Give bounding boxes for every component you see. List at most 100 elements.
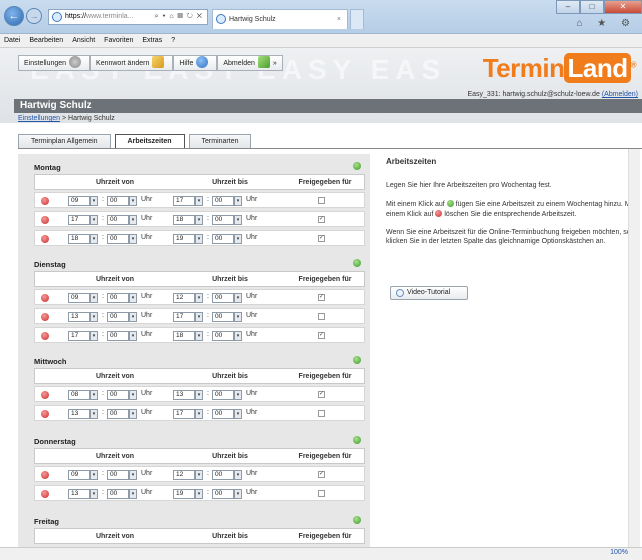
browser-tab[interactable]: Hartwig Schulz × bbox=[212, 9, 348, 29]
von-minute-select[interactable]: 00 bbox=[107, 390, 129, 400]
chevron-down-icon[interactable]: ▾ bbox=[90, 293, 98, 303]
chevron-down-icon[interactable]: ▾ bbox=[129, 331, 137, 341]
bis-minute-select[interactable]: 00 bbox=[212, 215, 234, 225]
chevron-down-icon[interactable]: ▾ bbox=[195, 409, 203, 419]
chevron-down-icon[interactable]: ▾ bbox=[129, 489, 137, 499]
online-booking-checkbox[interactable]: ✓ bbox=[318, 235, 325, 242]
page-scrollbar[interactable] bbox=[628, 149, 640, 547]
chevron-down-icon[interactable]: ▾ bbox=[129, 293, 137, 303]
online-booking-checkbox[interactable]: ✓ bbox=[318, 391, 325, 398]
delete-time-icon[interactable] bbox=[41, 216, 49, 224]
delete-time-icon[interactable] bbox=[41, 471, 49, 479]
von-minute-select[interactable]: 00 bbox=[107, 470, 129, 480]
bis-hour-select[interactable]: 17 bbox=[173, 409, 195, 419]
von-minute-select[interactable]: 00 bbox=[107, 234, 129, 244]
close-window-button[interactable]: ✕ bbox=[604, 0, 642, 14]
bis-minute-select[interactable]: 00 bbox=[212, 312, 234, 322]
bis-hour-select[interactable]: 12 bbox=[173, 470, 195, 480]
chevron-down-icon[interactable]: ▾ bbox=[90, 390, 98, 400]
breadcrumb-settings-link[interactable]: Einstellungen bbox=[18, 115, 60, 122]
change-password-button[interactable]: Kennwort ändern bbox=[90, 55, 174, 71]
von-hour-select[interactable]: 17 bbox=[68, 215, 90, 225]
menu-help[interactable]: ? bbox=[171, 34, 175, 47]
von-hour-select[interactable]: 13 bbox=[68, 489, 90, 499]
chevron-down-icon[interactable]: ▾ bbox=[195, 196, 203, 206]
bis-minute-select[interactable]: 00 bbox=[212, 196, 234, 206]
bis-minute-select[interactable]: 00 bbox=[212, 409, 234, 419]
bis-minute-select[interactable]: 00 bbox=[212, 470, 234, 480]
chevron-down-icon[interactable]: ▾ bbox=[195, 331, 203, 341]
bis-hour-select[interactable]: 19 bbox=[173, 234, 195, 244]
online-booking-checkbox[interactable] bbox=[318, 490, 325, 497]
chevron-down-icon[interactable]: ▾ bbox=[234, 234, 242, 244]
video-tutorial-button[interactable]: Video-Tutorial bbox=[390, 286, 468, 300]
online-booking-checkbox[interactable]: ✓ bbox=[318, 216, 325, 223]
online-booking-checkbox[interactable]: ✓ bbox=[318, 332, 325, 339]
von-hour-select[interactable]: 09 bbox=[68, 196, 90, 206]
back-button[interactable]: ← bbox=[4, 6, 24, 26]
new-tab-button[interactable] bbox=[350, 9, 364, 29]
bis-minute-select[interactable]: 00 bbox=[212, 234, 234, 244]
tab-close-icon[interactable]: × bbox=[337, 10, 341, 29]
bis-hour-select[interactable]: 17 bbox=[173, 196, 195, 206]
chevron-down-icon[interactable]: ▾ bbox=[90, 470, 98, 480]
von-hour-select[interactable]: 13 bbox=[68, 312, 90, 322]
chevron-down-icon[interactable]: ▾ bbox=[234, 409, 242, 419]
bis-hour-select[interactable]: 17 bbox=[173, 312, 195, 322]
add-time-icon[interactable] bbox=[353, 356, 361, 364]
online-booking-checkbox[interactable] bbox=[318, 410, 325, 417]
von-minute-select[interactable]: 00 bbox=[107, 331, 129, 341]
browser-right-icons[interactable]: ⌂ ★ ⚙ bbox=[576, 18, 636, 29]
bis-hour-select[interactable]: 13 bbox=[173, 390, 195, 400]
menu-ansicht[interactable]: Ansicht bbox=[72, 34, 95, 47]
settings-button[interactable]: Einstellungen bbox=[18, 55, 91, 71]
online-booking-checkbox[interactable] bbox=[318, 313, 325, 320]
add-time-icon[interactable] bbox=[353, 259, 361, 267]
chevron-down-icon[interactable]: ▾ bbox=[129, 470, 137, 480]
chevron-down-icon[interactable]: ▾ bbox=[129, 409, 137, 419]
delete-time-icon[interactable] bbox=[41, 313, 49, 321]
delete-time-icon[interactable] bbox=[41, 235, 49, 243]
chevron-down-icon[interactable]: ▾ bbox=[234, 331, 242, 341]
logout-button[interactable]: Abmelden » bbox=[217, 55, 283, 71]
menu-extras[interactable]: Extras bbox=[142, 34, 162, 47]
bis-hour-select[interactable]: 18 bbox=[173, 331, 195, 341]
menu-datei[interactable]: Datei bbox=[4, 34, 20, 47]
minimize-button[interactable]: – bbox=[556, 0, 580, 14]
tab-terminarten[interactable]: Terminarten bbox=[188, 134, 252, 148]
delete-time-icon[interactable] bbox=[41, 410, 49, 418]
bis-hour-select[interactable]: 18 bbox=[173, 215, 195, 225]
chevron-down-icon[interactable]: ▾ bbox=[90, 489, 98, 499]
chevron-down-icon[interactable]: ▾ bbox=[129, 312, 137, 322]
bis-hour-select[interactable]: 12 bbox=[173, 293, 195, 303]
chevron-down-icon[interactable]: ▾ bbox=[195, 215, 203, 225]
von-minute-select[interactable]: 00 bbox=[107, 293, 129, 303]
chevron-down-icon[interactable]: ▾ bbox=[234, 470, 242, 480]
delete-time-icon[interactable] bbox=[41, 294, 49, 302]
von-minute-select[interactable]: 00 bbox=[107, 196, 129, 206]
von-minute-select[interactable]: 00 bbox=[107, 312, 129, 322]
address-tools[interactable]: ⌕ ▾ ⌂ ▤ ↻ ✕ bbox=[155, 10, 203, 24]
von-hour-select[interactable]: 09 bbox=[68, 293, 90, 303]
chevron-down-icon[interactable]: ▾ bbox=[90, 215, 98, 225]
tab-terminplan-allgemein[interactable]: Terminplan Allgemein bbox=[18, 134, 111, 148]
bis-minute-select[interactable]: 00 bbox=[212, 390, 234, 400]
von-hour-select[interactable]: 13 bbox=[68, 409, 90, 419]
von-hour-select[interactable]: 09 bbox=[68, 470, 90, 480]
chevron-down-icon[interactable]: ▾ bbox=[195, 312, 203, 322]
delete-time-icon[interactable] bbox=[41, 490, 49, 498]
logout-link[interactable]: (Abmelden) bbox=[602, 91, 638, 98]
menu-favoriten[interactable]: Favoriten bbox=[104, 34, 133, 47]
add-time-icon[interactable] bbox=[353, 516, 361, 524]
maximize-button[interactable]: □ bbox=[580, 0, 604, 14]
chevron-down-icon[interactable]: ▾ bbox=[90, 196, 98, 206]
address-bar[interactable]: https://www.terminla... ⌕ ▾ ⌂ ▤ ↻ ✕ bbox=[48, 9, 208, 25]
help-button[interactable]: Hilfe bbox=[173, 55, 218, 71]
chevron-down-icon[interactable]: ▾ bbox=[195, 234, 203, 244]
chevron-down-icon[interactable]: ▾ bbox=[234, 215, 242, 225]
menu-bearbeiten[interactable]: Bearbeiten bbox=[29, 34, 63, 47]
zoom-level[interactable]: 100% bbox=[610, 549, 628, 556]
delete-time-icon[interactable] bbox=[41, 391, 49, 399]
delete-time-icon[interactable] bbox=[41, 197, 49, 205]
chevron-down-icon[interactable]: ▾ bbox=[90, 234, 98, 244]
